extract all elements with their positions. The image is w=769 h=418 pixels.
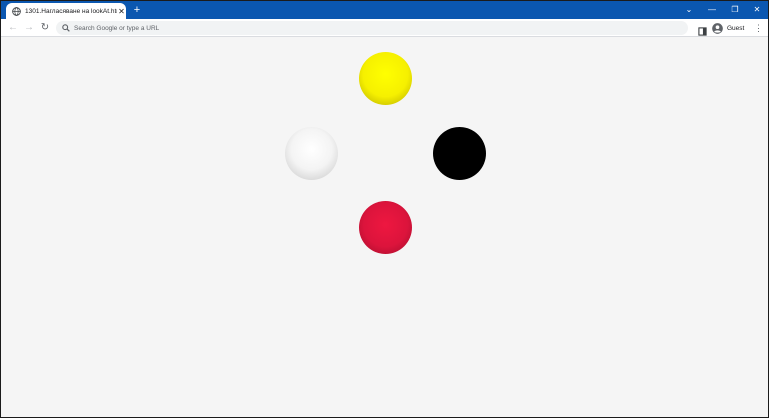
tab-active[interactable]: 1301.Нагласяване на lookAt.htm ✕: [6, 3, 126, 19]
restore-icon[interactable]: ❐: [728, 3, 742, 16]
browser-toolbar: ← → ↻ Search Google or type a URL Guest …: [1, 19, 768, 37]
page-content: [1, 38, 768, 417]
close-window-icon[interactable]: ✕: [750, 3, 764, 16]
back-arrow-icon[interactable]: ←: [7, 22, 19, 34]
more-menu-icon[interactable]: ⋮: [754, 22, 763, 34]
red-ball: [359, 201, 412, 254]
search-icon: [62, 24, 70, 32]
tab-strip: 1301.Нагласяване на lookAt.htm ✕ + ⌄ — ❐…: [1, 1, 768, 19]
globe-icon: [12, 6, 21, 16]
minimize-icon[interactable]: —: [705, 3, 719, 16]
avatar-icon: [712, 22, 723, 34]
address-bar[interactable]: [56, 21, 688, 35]
forward-arrow-icon[interactable]: →: [23, 22, 35, 34]
yellow-ball: [359, 52, 412, 105]
side-panel-icon[interactable]: [698, 23, 707, 36]
tab-title: 1301.Нагласяване на lookAt.htm: [25, 7, 117, 15]
black-ball: [433, 127, 486, 180]
tab-close-icon[interactable]: ✕: [117, 7, 126, 16]
reload-icon[interactable]: ↻: [39, 22, 51, 34]
profile-button[interactable]: Guest: [712, 21, 744, 35]
profile-label: Guest: [727, 24, 745, 32]
new-tab-button[interactable]: +: [131, 4, 143, 16]
tab-search-icon[interactable]: ⌄: [682, 3, 696, 16]
white-ball: [285, 127, 338, 180]
browser-window: 1301.Нагласяване на lookAt.htm ✕ + ⌄ — ❐…: [0, 0, 769, 418]
address-input[interactable]: [74, 22, 634, 34]
